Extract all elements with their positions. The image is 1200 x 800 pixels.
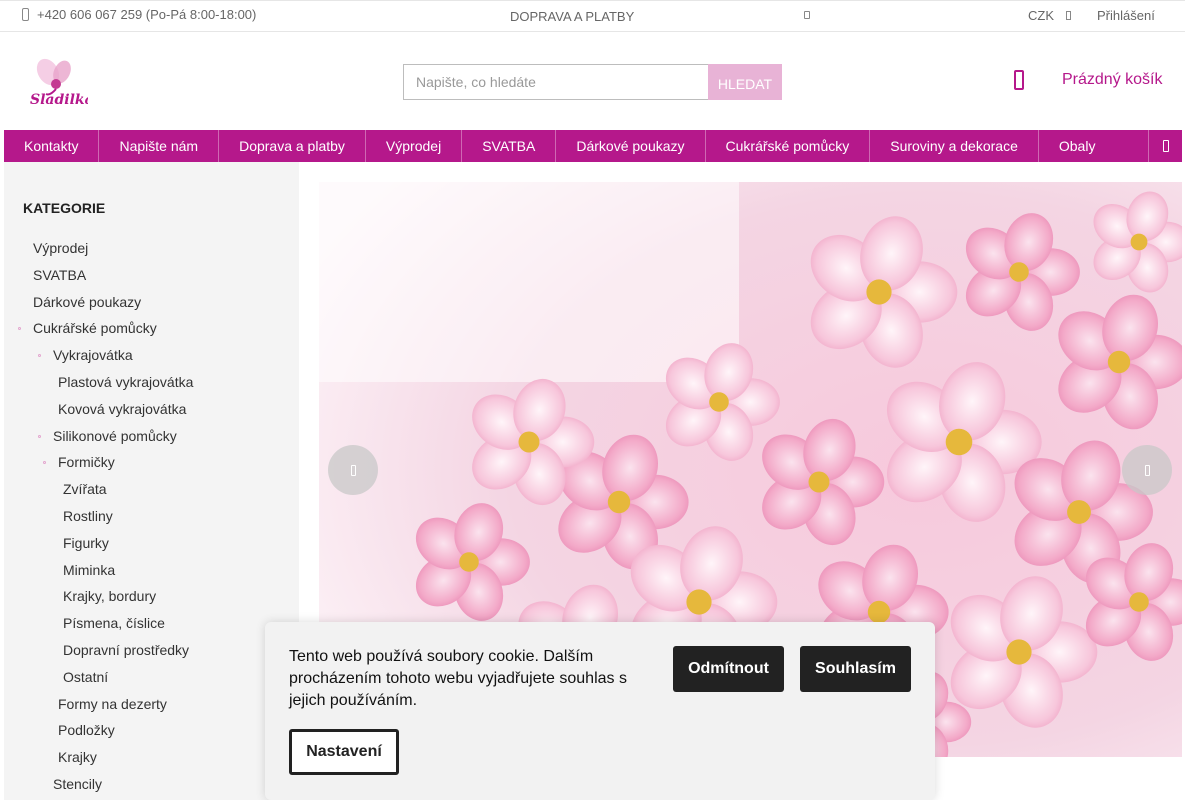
cookie-settings-button[interactable]: Nastavení: [289, 729, 399, 775]
banner-prev-button[interactable]: [328, 445, 378, 495]
chevron-left-icon: [350, 464, 356, 476]
nav-item-doprava[interactable]: Doprava a platby: [219, 130, 366, 162]
expand-bullet-icon[interactable]: [38, 434, 41, 438]
reject-cookies-button[interactable]: Odmítnout: [673, 646, 784, 692]
chevron-right-icon: [1144, 464, 1150, 476]
sidebar-category-item[interactable]: Vykrajovátka: [53, 347, 133, 363]
sidebar-category-item[interactable]: Písmena, číslice: [63, 615, 165, 631]
currency-selector[interactable]: CZK: [1028, 8, 1054, 23]
sidebar-category-item[interactable]: Výprodej: [33, 240, 88, 256]
category-sidebar: KATEGORIE Výprodej SVATBA Dárkové poukazy C…: [4, 162, 299, 800]
shipping-link[interactable]: DOPRAVA A PLATBY: [510, 9, 634, 24]
sidebar-category-item[interactable]: Formičky: [58, 454, 115, 470]
sidebar-category-item[interactable]: Zvířata: [63, 481, 107, 497]
cookie-message: Tento web používá soubory cookie. Dalším…: [289, 648, 627, 709]
sidebar-category-item[interactable]: Kovová vykrajovátka: [58, 401, 186, 417]
nav-item-kontakty[interactable]: Kontakty: [4, 130, 100, 162]
nav-item-darkove-poukazy[interactable]: Dárkové poukazy: [556, 130, 706, 162]
sidebar-category-item[interactable]: SVATBA: [33, 267, 86, 283]
logo-graphic: Sladilka: [30, 58, 94, 108]
sidebar-category-item[interactable]: Krajky: [58, 749, 97, 765]
nav-item-cukrarske-pomucky[interactable]: Cukrářské pomůcky: [706, 130, 871, 162]
sidebar-category-item[interactable]: Dopravní prostředky: [63, 642, 189, 658]
nav-item-obaly[interactable]: Obaly: [1039, 130, 1116, 162]
cart-label[interactable]: Prázdný košík: [1062, 71, 1162, 89]
main-navigation: Kontakty Napište nám Doprava a platby Vý…: [4, 130, 1182, 162]
search-button[interactable]: HLEDAT: [708, 64, 782, 100]
phone-text: +420 606 067 259 (Po-Pá 8:00-18:00): [37, 7, 257, 22]
nav-item-svatba[interactable]: SVATBA: [462, 130, 557, 162]
nav-item-vyprodej[interactable]: Výprodej: [366, 130, 463, 162]
sidebar-category-item[interactable]: Rostliny: [63, 508, 113, 524]
menu-more-icon: [1162, 140, 1169, 152]
sidebar-category-item[interactable]: Miminka: [63, 562, 115, 578]
chevron-down-icon[interactable]: [1066, 11, 1071, 20]
nav-item-suroviny[interactable]: Suroviny a dekorace: [870, 130, 1039, 162]
contact-phone[interactable]: +420 606 067 259 (Po-Pá 8:00-18:00): [22, 7, 256, 22]
sidebar-category-item[interactable]: Formy na dezerty: [58, 696, 167, 712]
phone-icon: [22, 8, 29, 21]
sidebar-category-item[interactable]: Silikonové pomůcky: [53, 428, 177, 444]
accept-cookies-button[interactable]: Souhlasím: [800, 646, 911, 692]
top-bar: +420 606 067 259 (Po-Pá 8:00-18:00) DOPR…: [0, 0, 1185, 32]
expand-bullet-icon[interactable]: [43, 461, 46, 465]
expand-bullet-icon[interactable]: [38, 354, 41, 358]
sidebar-category-item[interactable]: Dárkové poukazy: [33, 294, 141, 310]
cookie-banner: Tento web používá soubory cookie. Dalším…: [265, 622, 935, 800]
banner-next-button[interactable]: [1122, 445, 1172, 495]
search-input[interactable]: [403, 64, 708, 100]
sidebar-category-item[interactable]: Stencily: [53, 776, 102, 792]
category-title: KATEGORIE: [23, 200, 106, 216]
sidebar-category-item[interactable]: Krajky, bordury: [63, 588, 156, 604]
sidebar-category-item[interactable]: Cukrářské pomůcky: [33, 320, 157, 336]
sidebar-category-item[interactable]: Ostatní: [63, 669, 108, 685]
cart-icon[interactable]: [1014, 70, 1024, 90]
sidebar-category-item[interactable]: Plastová vykrajovátka: [58, 374, 193, 390]
cart[interactable]: Prázdný košík: [1014, 70, 1162, 90]
sidebar-category-item[interactable]: Podložky: [58, 722, 115, 738]
sidebar-category-item[interactable]: Figurky: [63, 535, 109, 551]
site-logo[interactable]: Sladilka: [26, 52, 94, 108]
info-icon[interactable]: [804, 11, 810, 19]
nav-more-button[interactable]: [1148, 130, 1182, 162]
login-link[interactable]: Přihlášení: [1097, 8, 1155, 23]
nav-item-napiste-nam[interactable]: Napište nám: [99, 130, 220, 162]
expand-bullet-icon[interactable]: [18, 327, 21, 331]
logo-text: Sladilka: [30, 92, 88, 108]
search-bar: HLEDAT: [403, 64, 782, 100]
